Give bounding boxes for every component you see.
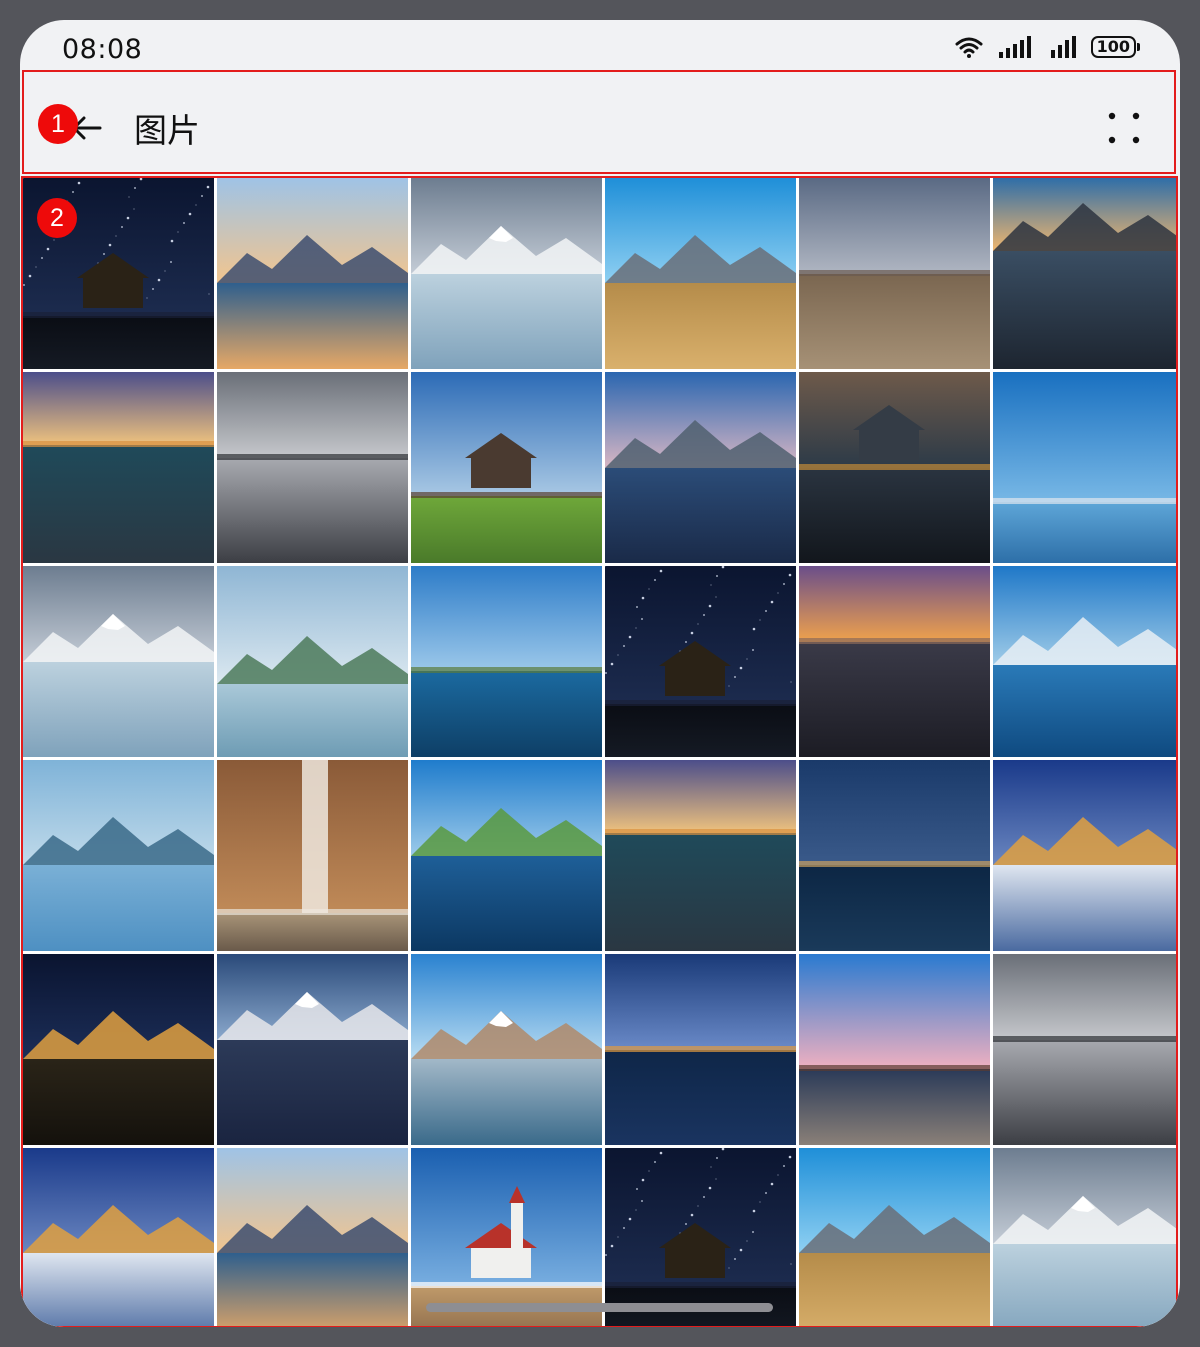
photo-thumbnail-14[interactable] bbox=[217, 566, 408, 757]
photo-thumbnail-21[interactable] bbox=[411, 760, 602, 951]
photo-thumbnail-20[interactable] bbox=[217, 760, 408, 951]
photo-thumbnail-24[interactable] bbox=[993, 760, 1176, 951]
status-time: 08:08 bbox=[62, 34, 143, 65]
photo-thumbnail-35[interactable] bbox=[799, 1148, 990, 1326]
photo-thumbnail-23[interactable] bbox=[799, 760, 990, 951]
home-indicator[interactable] bbox=[426, 1303, 773, 1312]
photo-thumbnail-4[interactable] bbox=[605, 178, 796, 369]
photo-thumbnail-17[interactable] bbox=[799, 566, 990, 757]
photo-thumbnail-3[interactable] bbox=[411, 178, 602, 369]
photo-thumbnail-11[interactable] bbox=[799, 372, 990, 563]
photo-thumbnail-19[interactable] bbox=[23, 760, 214, 951]
app-bar: 1 图片 bbox=[22, 70, 1176, 174]
photo-thumbnail-26[interactable] bbox=[217, 954, 408, 1145]
photo-thumbnail-33[interactable] bbox=[411, 1148, 602, 1326]
photo-thumbnail-2[interactable] bbox=[217, 178, 408, 369]
more-options-button[interactable] bbox=[1104, 108, 1144, 148]
wifi-icon bbox=[955, 37, 983, 58]
battery-level: 100 bbox=[1096, 37, 1130, 56]
phone-screen: 08:08 100 1 图片 2 bbox=[20, 20, 1180, 1327]
photo-thumbnail-12[interactable] bbox=[993, 372, 1176, 563]
photo-thumbnail-7[interactable] bbox=[23, 372, 214, 563]
photo-thumbnail-27[interactable] bbox=[411, 954, 602, 1145]
photo-thumbnail-5[interactable] bbox=[799, 178, 990, 369]
signal-icon bbox=[998, 36, 1031, 58]
photo-thumbnail-10[interactable] bbox=[605, 372, 796, 563]
photo-thumbnail-36[interactable] bbox=[993, 1148, 1176, 1326]
photo-thumbnail-29[interactable] bbox=[799, 954, 990, 1145]
photo-grid bbox=[23, 178, 1176, 1326]
photo-thumbnail-22[interactable] bbox=[605, 760, 796, 951]
photo-thumbnail-18[interactable] bbox=[993, 566, 1176, 757]
status-icons: 100 bbox=[955, 36, 1140, 58]
photo-thumbnail-31[interactable] bbox=[23, 1148, 214, 1326]
status-bar: 08:08 100 bbox=[20, 20, 1180, 70]
photo-thumbnail-9[interactable] bbox=[411, 372, 602, 563]
photo-thumbnail-16[interactable] bbox=[605, 566, 796, 757]
battery-icon: 100 bbox=[1090, 36, 1140, 58]
photo-thumbnail-28[interactable] bbox=[605, 954, 796, 1145]
photo-grid-container[interactable]: 2 bbox=[21, 176, 1178, 1327]
photo-thumbnail-15[interactable] bbox=[411, 566, 602, 757]
annotation-marker-2: 2 bbox=[37, 198, 77, 238]
photo-thumbnail-34[interactable] bbox=[605, 1148, 796, 1326]
photo-thumbnail-32[interactable] bbox=[217, 1148, 408, 1326]
signal-icon-2 bbox=[1050, 36, 1076, 58]
annotation-marker-1: 1 bbox=[38, 104, 78, 144]
photo-thumbnail-25[interactable] bbox=[23, 954, 214, 1145]
more-dots-icon bbox=[1108, 112, 1140, 144]
photo-thumbnail-13[interactable] bbox=[23, 566, 214, 757]
photo-thumbnail-6[interactable] bbox=[993, 178, 1176, 369]
photo-thumbnail-30[interactable] bbox=[993, 954, 1176, 1145]
photo-thumbnail-8[interactable] bbox=[217, 372, 408, 563]
page-title: 图片 bbox=[134, 111, 200, 150]
